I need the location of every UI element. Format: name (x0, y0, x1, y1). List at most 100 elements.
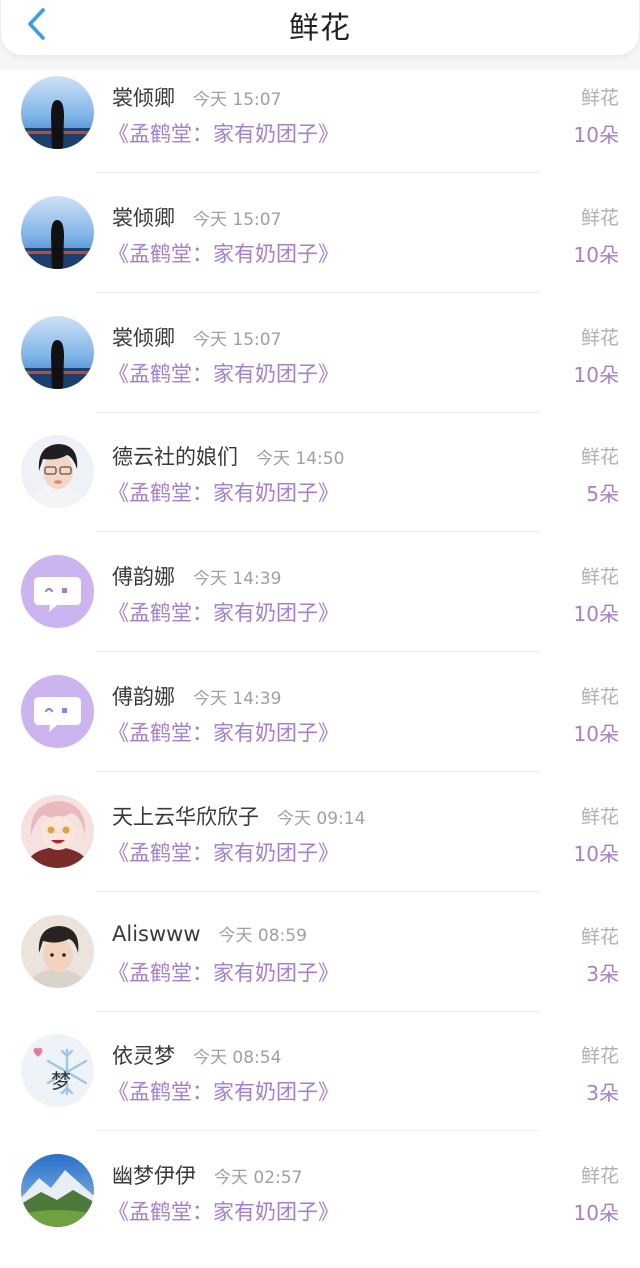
timestamp: 今天 08:54 (193, 1048, 282, 1069)
book-title-link[interactable]: 《孟鹤堂：家有奶团子》 (108, 957, 339, 987)
timestamp: 今天 15:07 (193, 329, 282, 350)
list-item[interactable]: 裳倾卿 今天 15:07 《孟鹤堂：家有奶团子》 鲜花 10朵 (0, 310, 640, 430)
avatar-image-anime (21, 794, 94, 868)
avatar-image-snowflake: 梦 (21, 1034, 94, 1108)
avatar[interactable] (21, 195, 94, 269)
list-item[interactable]: 裳倾卿 今天 15:07 《孟鹤堂：家有奶团子》 鲜花 10朵 (0, 70, 640, 190)
timestamp: 今天 14:39 (193, 569, 282, 590)
gift-count: 10朵 (573, 242, 619, 267)
divider (96, 1010, 540, 1012)
user-name[interactable]: 德云社的娘们 (112, 441, 238, 471)
user-name[interactable]: 天上云华欣欣子 (112, 801, 259, 831)
divider (96, 890, 540, 892)
name-line: 傅韵娜 今天 14:39 (112, 681, 281, 711)
book-title-link[interactable]: 《孟鹤堂：家有奶团子》 (108, 358, 339, 388)
avatar[interactable] (21, 674, 94, 748)
user-name[interactable]: 裳倾卿 (112, 322, 175, 352)
gift-count: 10朵 (573, 1201, 619, 1226)
user-name[interactable]: 裳倾卿 (112, 202, 175, 232)
name-line: Aliswww 今天 08:59 (112, 921, 307, 951)
list-item[interactable]: 裳倾卿 今天 15:07 《孟鹤堂：家有奶团子》 鲜花 10朵 (0, 190, 640, 310)
book-title-link[interactable]: 《孟鹤堂：家有奶团子》 (108, 717, 339, 747)
avatar[interactable]: 梦 (21, 1034, 94, 1108)
gift-count: 5朵 (586, 482, 619, 507)
divider (96, 651, 540, 653)
name-line: 天上云华欣欣子 今天 09:14 (112, 801, 365, 831)
user-name[interactable]: 依灵梦 (112, 1040, 175, 1070)
avatar-image-boy (21, 914, 94, 988)
book-title-link[interactable]: 《孟鹤堂：家有奶团子》 (108, 238, 339, 268)
list-item[interactable]: 梦 依灵梦 今天 08:54 《孟鹤堂：家有奶团子》 鲜花 3朵 (0, 1028, 640, 1148)
avatar-image-mountain (21, 1154, 94, 1228)
list-item[interactable]: 傅韵娜 今天 14:39 《孟鹤堂：家有奶团子》 鲜花 10朵 (0, 669, 640, 789)
gift-count: 10朵 (573, 841, 619, 866)
divider (96, 770, 540, 772)
chat-bubble-avatar-icon (21, 674, 94, 748)
gift-count: 3朵 (586, 961, 619, 986)
avatar[interactable] (21, 914, 94, 988)
timestamp: 今天 15:07 (193, 90, 282, 110)
gift-type: 鲜花 (580, 1165, 619, 1188)
user-name[interactable]: 傅韵娜 (112, 681, 175, 711)
timestamp: 今天 09:14 (277, 808, 366, 829)
user-name[interactable]: 幽梦伊伊 (112, 1160, 196, 1190)
gift-type: 鲜花 (580, 87, 619, 109)
divider (96, 411, 540, 413)
divider (96, 531, 540, 533)
gift-type: 鲜花 (580, 566, 619, 589)
divider (96, 1130, 540, 1132)
gift-type: 鲜花 (580, 446, 619, 469)
book-title-link[interactable]: 《孟鹤堂：家有奶团子》 (108, 118, 339, 148)
gift-count: 3朵 (586, 1081, 619, 1106)
timestamp: 今天 15:07 (193, 209, 282, 230)
chat-bubble-avatar-icon (21, 555, 94, 629)
book-title-link[interactable]: 《孟鹤堂：家有奶团子》 (108, 1196, 339, 1226)
gift-type: 鲜花 (580, 805, 619, 828)
avatar-watermark: 梦 (51, 1069, 71, 1093)
header-card: 鲜花 (0, 0, 640, 56)
timestamp: 今天 02:57 (214, 1168, 303, 1189)
avatar-image-sea (21, 315, 94, 389)
avatar[interactable] (21, 76, 94, 149)
page-title: 鲜花 (289, 11, 351, 46)
name-line: 傅韵娜 今天 14:39 (112, 561, 281, 591)
gift-count: 10朵 (573, 721, 619, 746)
avatar[interactable] (21, 794, 94, 868)
avatar-image-portrait (21, 435, 94, 509)
book-title-link[interactable]: 《孟鹤堂：家有奶团子》 (108, 1076, 339, 1106)
name-line: 裳倾卿 今天 15:07 (112, 82, 281, 112)
name-line: 裳倾卿 今天 15:07 (112, 322, 281, 352)
gift-count: 10朵 (573, 123, 619, 147)
divider (96, 172, 540, 173)
name-line: 裳倾卿 今天 15:07 (112, 202, 281, 232)
avatar[interactable] (21, 1154, 94, 1228)
user-name[interactable]: 傅韵娜 (112, 561, 175, 591)
book-title-link[interactable]: 《孟鹤堂：家有奶团子》 (108, 597, 339, 627)
timestamp: 今天 08:59 (218, 925, 307, 946)
timestamp: 今天 14:39 (193, 688, 282, 709)
gift-type: 鲜花 (580, 326, 619, 349)
list-item[interactable]: 傅韵娜 今天 14:39 《孟鹤堂：家有奶团子》 鲜花 10朵 (0, 549, 640, 669)
avatar[interactable] (21, 555, 94, 629)
timestamp: 今天 14:50 (256, 449, 345, 470)
name-line: 德云社的娘们 今天 14:50 (112, 441, 344, 471)
name-line: 依灵梦 今天 08:54 (112, 1040, 281, 1070)
user-name[interactable]: 裳倾卿 (112, 82, 175, 112)
header-bar: 鲜花 (0, 0, 640, 70)
list-item[interactable]: 幽梦伊伊 今天 02:57 《孟鹤堂：家有奶团子》 鲜花 10朵 (0, 1148, 640, 1268)
list-item[interactable]: 德云社的娘们 今天 14:50 《孟鹤堂：家有奶团子》 鲜花 5朵 (0, 429, 640, 549)
list-item[interactable]: Aliswww 今天 08:59 《孟鹤堂：家有奶团子》 鲜花 3朵 (0, 909, 640, 1029)
avatar[interactable] (21, 435, 94, 509)
book-title-link[interactable]: 《孟鹤堂：家有奶团子》 (108, 837, 339, 867)
avatar[interactable] (21, 315, 94, 389)
name-line: 幽梦伊伊 今天 02:57 (112, 1160, 302, 1190)
user-name[interactable]: Aliswww (112, 922, 201, 946)
gift-type: 鲜花 (580, 925, 619, 948)
avatar-image-sea (21, 195, 94, 269)
list-item[interactable]: 天上云华欣欣子 今天 09:14 《孟鹤堂：家有奶团子》 鲜花 10朵 (0, 789, 640, 909)
divider (96, 291, 540, 293)
book-title-link[interactable]: 《孟鹤堂：家有奶团子》 (108, 477, 339, 507)
gift-list: 裳倾卿 今天 15:07 《孟鹤堂：家有奶团子》 鲜花 10朵 裳倾卿 今天 1… (0, 70, 640, 1268)
gift-type: 鲜花 (580, 1045, 619, 1068)
gift-count: 10朵 (573, 362, 619, 387)
